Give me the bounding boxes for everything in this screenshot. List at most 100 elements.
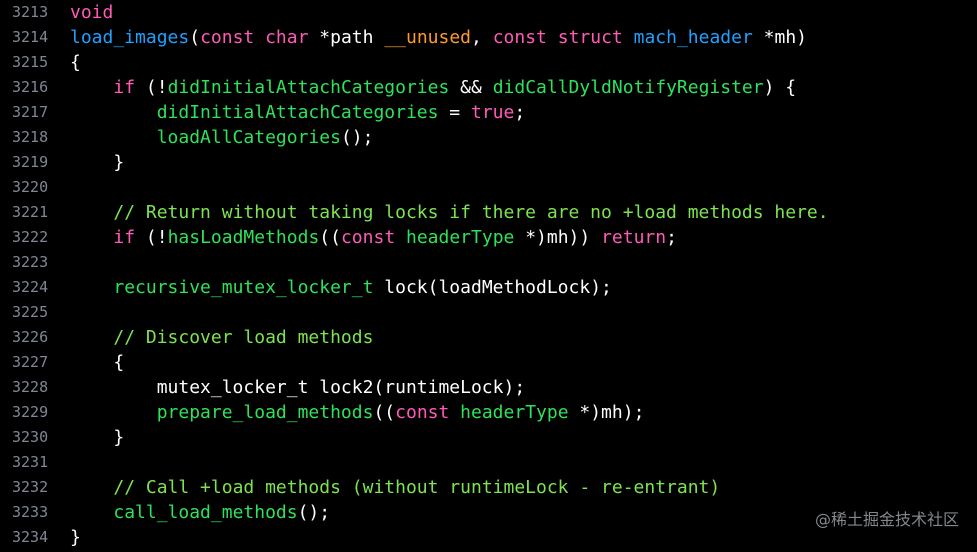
code-token-plain: *)mh);: [568, 402, 645, 423]
code-token-type: mach_header: [633, 27, 753, 48]
code-token-plain: ) {: [763, 77, 797, 98]
line-number: 3230: [12, 428, 49, 446]
code-token-comment: // Return without taking locks if there …: [113, 202, 829, 223]
code-line[interactable]: 3220: [0, 175, 977, 200]
line-number: 3234: [12, 528, 49, 546]
code-token-plain: (!: [135, 77, 168, 98]
code-token-plain: ((: [373, 402, 396, 423]
line-content: }: [50, 525, 81, 550]
code-line[interactable]: 3217 didInitialAttachCategories = true;: [0, 100, 977, 125]
line-content: }: [50, 425, 124, 450]
line-content: mutex_locker_t lock2(runtimeLock);: [50, 375, 525, 400]
line-number: 3218: [12, 128, 49, 146]
line-number: 3219: [12, 153, 49, 171]
line-number: 3223: [12, 253, 49, 271]
code-line[interactable]: 3231: [0, 450, 977, 475]
line-content: {: [50, 50, 81, 75]
code-token-function: hasLoadMethods: [167, 227, 320, 248]
code-token-plain: }: [70, 152, 125, 173]
code-token-function: didInitialAttachCategories: [167, 77, 450, 98]
code-token-keyword: const: [492, 27, 547, 48]
line-content: }: [50, 150, 124, 175]
line-number: 3232: [12, 478, 49, 496]
line-number: 3224: [12, 278, 49, 296]
code-token-keyword: char: [265, 27, 309, 48]
code-token-comment: // Call +load methods (without runtimeLo…: [113, 477, 721, 498]
code-token-keyword: true: [470, 102, 515, 123]
code-token-function: didCallDyldNotifyRegister: [492, 77, 764, 98]
code-line[interactable]: 3221 // Return without taking locks if t…: [0, 200, 977, 225]
line-number: 3233: [12, 503, 49, 521]
line-number: 3226: [12, 328, 49, 346]
code-token-plain: *)mh)): [514, 227, 602, 248]
code-token-plain: (!: [135, 227, 168, 248]
code-token-plain: *path: [308, 27, 385, 48]
code-token-plain: ();: [297, 502, 331, 523]
code-line[interactable]: 3228 mutex_locker_t lock2(runtimeLock);: [0, 375, 977, 400]
code-line[interactable]: 3225: [0, 300, 977, 325]
code-token-plain: *mh): [752, 27, 808, 48]
code-token-function: didInitialAttachCategories: [156, 102, 439, 123]
code-line[interactable]: 3213 void: [0, 0, 977, 25]
code-token-plain: ;: [666, 227, 677, 248]
code-token-plain: &&: [449, 77, 493, 98]
code-token-keyword: const: [395, 402, 450, 423]
line-content: {: [50, 350, 124, 375]
line-content: call_load_methods();: [50, 500, 330, 525]
code-token-plain: lock(loadMethodLock);: [373, 277, 612, 298]
line-number: 3217: [12, 103, 49, 121]
code-token-plain: {: [70, 352, 125, 373]
code-token-keyword: const: [340, 227, 396, 248]
code-token-function: recursive_mutex_locker_t: [113, 277, 374, 298]
code-area[interactable]: 3213 void 3214 load_images(const char *path…: [0, 0, 977, 550]
line-number: 3220: [12, 178, 49, 196]
code-token-plain: =: [438, 102, 471, 123]
code-line[interactable]: 3222 if (!hasLoadMethods((const headerTy…: [0, 225, 977, 250]
code-token-type: load_images: [70, 27, 190, 48]
code-token-keyword: if: [113, 77, 136, 98]
code-line[interactable]: 3215 {: [0, 50, 977, 75]
code-line[interactable]: 3230 }: [0, 425, 977, 450]
code-token-function: headerType: [460, 402, 569, 423]
code-line[interactable]: 3226 // Discover load methods: [0, 325, 977, 350]
line-content: if (!hasLoadMethods((const headerType *)…: [50, 225, 677, 250]
code-token-param: __unused: [384, 27, 472, 48]
code-line[interactable]: 3219 }: [0, 150, 977, 175]
line-content: prepare_load_methods((const headerType *…: [50, 400, 645, 425]
code-line[interactable]: 3232 // Call +load methods (without runt…: [0, 475, 977, 500]
code-line[interactable]: 3214 load_images(const char *path __unuse…: [0, 25, 977, 50]
line-number: 3225: [12, 303, 49, 321]
code-token-plain: ();: [340, 127, 374, 148]
line-content: if (!didInitialAttachCategories && didCa…: [50, 75, 796, 100]
code-token-function: headerType: [406, 227, 515, 248]
code-line[interactable]: 3218 loadAllCategories();: [0, 125, 977, 150]
line-content: load_images(const char *path __unused, c…: [50, 25, 807, 50]
watermark: @稀土掘金技术社区: [814, 510, 959, 529]
line-content: didInitialAttachCategories = true;: [50, 100, 525, 125]
code-line[interactable]: 3227 {: [0, 350, 977, 375]
code-token-plain: {: [70, 52, 81, 73]
line-content: void: [50, 0, 113, 25]
code-token-keyword: void: [70, 2, 114, 23]
code-line[interactable]: 3224 recursive_mutex_locker_t lock(loadM…: [0, 275, 977, 300]
code-line[interactable]: 3223: [0, 250, 977, 275]
line-number: 3216: [12, 78, 49, 96]
code-token-function: call_load_methods: [113, 502, 298, 523]
code-token-comment: // Discover load methods: [113, 327, 374, 348]
code-line[interactable]: 3216 if (!didInitialAttachCategories && …: [0, 75, 977, 100]
line-number: 3214: [12, 28, 49, 46]
code-token-function: prepare_load_methods: [156, 402, 374, 423]
code-line[interactable]: 3229 prepare_load_methods((const headerT…: [0, 400, 977, 425]
line-content: // Discover load methods: [50, 325, 373, 350]
code-editor[interactable]: 3213 void 3214 load_images(const char *path…: [0, 0, 977, 552]
